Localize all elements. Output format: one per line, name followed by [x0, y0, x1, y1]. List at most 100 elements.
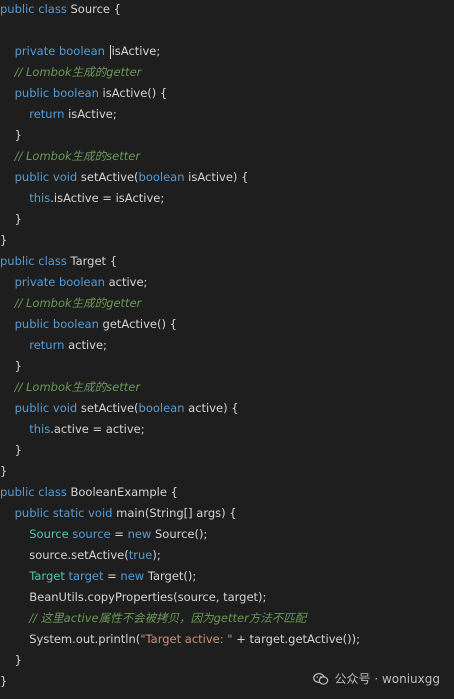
- code-line: Target target = new Target();: [0, 566, 196, 587]
- code-token: =: [110, 527, 128, 541]
- code-token: setActive(: [77, 401, 139, 415]
- code-token: target: [68, 569, 104, 583]
- code-line: // 这里active属性不会被拷贝，因为getter方法不匹配: [0, 608, 306, 629]
- code-editor[interactable]: public class Source { private boolean is…: [0, 0, 454, 699]
- code-token: }: [0, 464, 8, 478]
- code-line: BeanUtils.copyProperties(source, target)…: [0, 587, 266, 608]
- code-line: public class Source {: [0, 0, 121, 20]
- code-line: source.setActive(true);: [0, 545, 161, 566]
- code-token: isActive) {: [184, 170, 249, 184]
- code-token: Target();: [144, 569, 197, 583]
- code-token: boolean: [138, 170, 185, 184]
- code-token: this: [29, 191, 51, 205]
- code-token: }: [0, 233, 8, 247]
- code-token: main(String[] args) {: [112, 506, 237, 520]
- code-token: }: [0, 443, 22, 457]
- watermark-text: 公众号 · woniuxgg: [334, 672, 440, 686]
- code-token: // 这里active属性不会被拷贝，因为getter方法不匹配: [29, 611, 307, 625]
- code-token: Source: [29, 527, 69, 541]
- code-line: // Lombok生成的setter: [0, 146, 140, 167]
- code-token: public: [0, 485, 35, 499]
- code-token: // Lombok生成的setter: [14, 380, 141, 394]
- code-token: private: [14, 44, 56, 58]
- code-token: );: [152, 548, 161, 562]
- code-token: Target {: [66, 254, 118, 268]
- code-token: Source {: [66, 2, 121, 16]
- code-line: private boolean isActive;: [0, 41, 160, 62]
- code-token: public: [14, 170, 50, 184]
- code-line: // Lombok生成的setter: [0, 377, 140, 398]
- code-line: public void setActive(boolean isActive) …: [0, 167, 249, 188]
- code-line: return active;: [0, 335, 107, 356]
- code-token: void: [88, 506, 113, 520]
- code-token: boolean: [58, 44, 105, 58]
- code-token: Target: [29, 569, 65, 583]
- code-line: }: [0, 461, 7, 482]
- code-token: getActive() {: [98, 317, 177, 331]
- code-line: }: [0, 671, 7, 692]
- code-token: // Lombok生成的getter: [14, 65, 142, 79]
- code-token: =: [103, 569, 121, 583]
- watermark: 公众号 · woniuxgg: [312, 670, 440, 687]
- code-line: }: [0, 650, 22, 671]
- code-line: }: [0, 356, 22, 377]
- code-token: class: [38, 485, 67, 499]
- code-token: "Target active: ": [140, 632, 233, 646]
- code-token: isActive;: [111, 44, 161, 58]
- code-token: return: [29, 338, 65, 352]
- code-token: BeanUtils.copyProperties(source, target)…: [0, 590, 267, 604]
- code-token: }: [0, 212, 22, 226]
- code-token: boolean: [58, 275, 105, 289]
- code-token: boolean: [138, 401, 185, 415]
- text-cursor: [109, 44, 111, 59]
- code-token: void: [52, 170, 78, 184]
- code-token: new: [127, 527, 152, 541]
- code-token: class: [38, 2, 67, 16]
- code-token: source.setActive(: [0, 548, 129, 562]
- code-token: public: [14, 317, 50, 331]
- code-token: .active = active;: [50, 422, 145, 436]
- code-line: public class BooleanExample {: [0, 482, 178, 503]
- code-token: private: [14, 275, 56, 289]
- code-token: public: [0, 2, 35, 16]
- code-token: return: [29, 107, 65, 121]
- code-token: public: [0, 254, 35, 268]
- code-token: class: [38, 254, 67, 268]
- code-token: System.out.println(: [0, 632, 141, 646]
- code-token: public: [14, 506, 50, 520]
- code-token: BooleanExample {: [66, 485, 178, 499]
- code-line: this.active = active;: [0, 419, 145, 440]
- code-line: // Lombok生成的getter: [0, 62, 142, 83]
- code-token: new: [120, 569, 145, 583]
- wechat-icon: [312, 672, 329, 686]
- code-token: active) {: [184, 401, 239, 415]
- code-token: active;: [64, 338, 107, 352]
- code-line: System.out.println("Target active: " + t…: [0, 629, 360, 650]
- code-line: public boolean getActive() {: [0, 314, 177, 335]
- code-line: return isActive;: [0, 104, 116, 125]
- code-line: }: [0, 125, 22, 146]
- code-line: this.isActive = isActive;: [0, 188, 164, 209]
- code-line: // Lombok生成的getter: [0, 293, 142, 314]
- code-line: }: [0, 440, 22, 461]
- code-token: setActive(: [77, 170, 139, 184]
- code-token: source: [72, 527, 111, 541]
- code-token: boolean: [52, 86, 99, 100]
- code-token: public: [14, 401, 50, 415]
- code-token: this: [29, 422, 51, 436]
